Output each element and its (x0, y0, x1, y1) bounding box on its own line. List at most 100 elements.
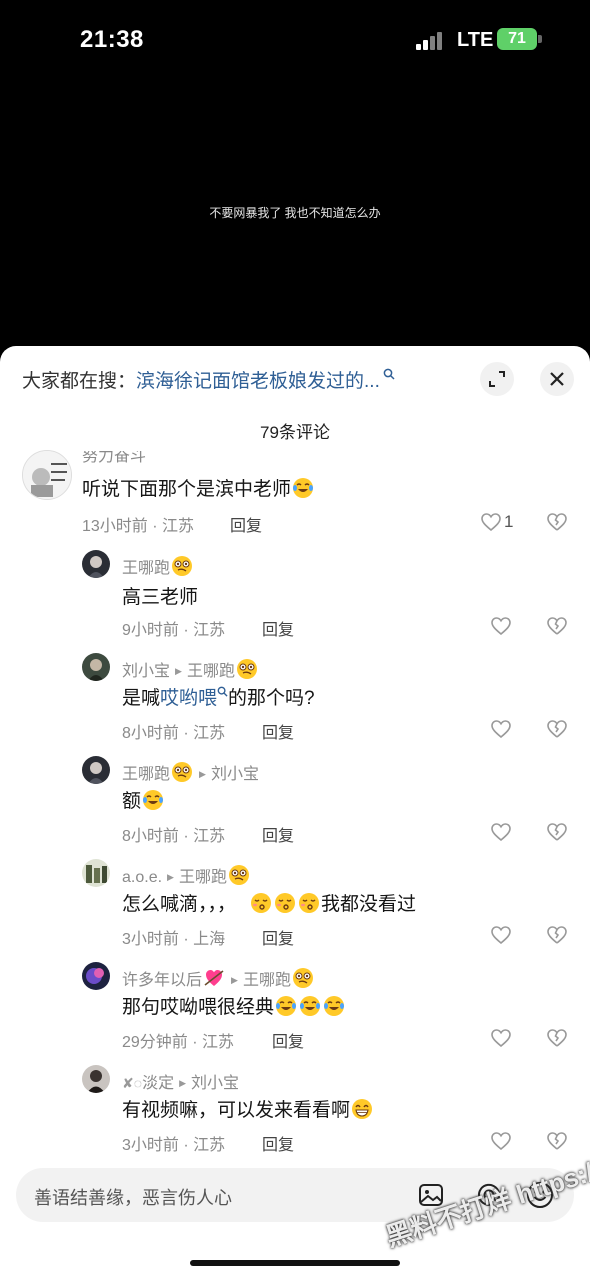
search-keyword-link[interactable]: 哎哟喂 (160, 688, 217, 709)
avatar[interactable] (82, 859, 110, 887)
reply-button[interactable]: 回复 (230, 512, 262, 536)
reply-button[interactable]: 回复 (262, 719, 294, 743)
kissing-emoji-icon (250, 892, 272, 914)
broken-heart-icon[interactable] (546, 616, 568, 636)
reply-button[interactable]: 回复 (262, 616, 294, 640)
comment-meta: 3小时前 · 上海 (122, 931, 226, 948)
broken-heart-icon[interactable] (546, 822, 568, 842)
search-icon (380, 368, 396, 383)
video-player[interactable]: 不要网暴我了 我也不知道怎么办 (0, 80, 590, 350)
comment-reply-item: 许多年以后 ▶ 王哪跑 那句哎呦喂很经典 29分钟前 · 江苏 回复 (0, 958, 590, 1058)
laugh-cry-emoji-icon (142, 789, 164, 811)
comment-text: 听说下面那个是滨中老师 (82, 474, 315, 501)
reply-arrow-icon: ▶ (231, 975, 238, 985)
comment-text: 有视频嘛，可以发来看看啊 (122, 1095, 374, 1122)
broken-heart-icon[interactable] (546, 1028, 568, 1048)
dizzy-face-emoji-icon (236, 658, 258, 680)
heart-icon[interactable] (490, 719, 512, 739)
kissing-emoji-icon (274, 892, 296, 914)
dizzy-face-emoji-icon (292, 967, 314, 989)
avatar[interactable] (82, 653, 110, 681)
reply-button[interactable]: 回复 (272, 1028, 304, 1052)
network-type: LTE (457, 29, 494, 51)
kissing-emoji-icon (298, 892, 320, 914)
broken-heart-icon[interactable] (546, 925, 568, 945)
heart-icon[interactable] (490, 616, 512, 636)
laugh-cry-emoji-icon (323, 995, 345, 1017)
comment-username[interactable]: 王哪跑 ▶ 刘小宝 (122, 760, 259, 784)
search-query-link[interactable]: 滨海徐记面馆老板娘发过的... (136, 371, 380, 392)
comment-username[interactable]: 许多年以后 ▶ 王哪跑 (122, 966, 315, 990)
comment-reply-item: 王哪跑 ▶ 刘小宝 额 8小时前 · 江苏 回复 (0, 752, 590, 852)
avatar[interactable] (82, 1065, 110, 1093)
status-time: 21:38 (80, 26, 144, 53)
comment-meta: 9小时前 · 江苏 (122, 622, 226, 639)
comment-input-placeholder: 善语结善缘，恶言伤人心 (34, 1188, 232, 1208)
comment-item: 努力奋斗 听说下面那个是滨中老师 13小时前 · 江苏 回复 1 (0, 444, 590, 544)
comment-text: 高三老师 (122, 587, 199, 608)
dizzy-face-emoji-icon (228, 864, 250, 886)
heart-icon[interactable] (490, 822, 512, 842)
search-icon (217, 685, 228, 700)
expand-icon (489, 371, 505, 387)
comment-username[interactable]: ✘◌淡定 ▶ 刘小宝 (122, 1069, 239, 1093)
comments-count-title: 79条评论 (260, 423, 330, 442)
close-button[interactable] (540, 362, 574, 396)
laugh-cry-emoji-icon (292, 477, 314, 499)
avatar[interactable] (82, 550, 110, 578)
avatar[interactable] (82, 756, 110, 784)
comment-username[interactable]: 王哪跑 (122, 554, 194, 578)
comment-reply-item: 王哪跑 高三老师 9小时前 · 江苏 回复 (0, 546, 590, 646)
heart-icon[interactable] (490, 1131, 512, 1151)
laugh-cry-emoji-icon (299, 995, 321, 1017)
status-bar: 21:38 LTE 71 (0, 0, 590, 80)
avatar[interactable] (22, 450, 72, 500)
expand-button[interactable] (480, 362, 514, 396)
heart-arrow-emoji-icon (203, 967, 225, 989)
battery-indicator: 71 (497, 28, 537, 50)
dizzy-face-emoji-icon (171, 555, 193, 577)
reply-arrow-icon: ▶ (167, 872, 174, 882)
comment-text: 怎么喊滴，，， 我都没看过 (122, 892, 417, 915)
reply-button[interactable]: 回复 (262, 822, 294, 846)
heart-icon[interactable] (490, 1028, 512, 1048)
comment-username[interactable]: 努力奋斗 (82, 451, 146, 466)
comment-text: 是喊哎哟喂 的那个吗? (122, 683, 315, 710)
reply-arrow-icon: ▶ (199, 769, 206, 779)
laugh-cry-emoji-icon (275, 995, 297, 1017)
avatar[interactable] (82, 962, 110, 990)
broken-heart-icon[interactable] (546, 719, 568, 739)
reply-button[interactable]: 回复 (262, 925, 294, 949)
comment-text: 额 (122, 786, 165, 813)
comment-meta: 3小时前 · 江苏 (122, 1137, 226, 1154)
comment-reply-item: a.o.e. ▶ 王哪跑 怎么喊滴，，， 我都没看过 3小时前 · 上海 回复 (0, 855, 590, 955)
broken-heart-icon[interactable] (546, 1131, 568, 1151)
search-suggestion[interactable]: 大家都在搜：滨海徐记面馆老板娘发过的... (22, 366, 396, 392)
comments-sheet: 大家都在搜：滨海徐记面馆老板娘发过的... 79条评论 努力奋斗 听说下面那个是… (0, 346, 590, 1280)
search-prefix: 大家都在搜： (22, 371, 137, 392)
comment-reply-item: 刘小宝 ▶ 王哪跑 是喊哎哟喂 的那个吗? 8小时前 · 江苏 回复 (0, 649, 590, 749)
cross-eye-icon: ✘◌ (122, 1075, 143, 1091)
like-count: 1 (504, 512, 514, 531)
heart-icon[interactable] (480, 512, 502, 532)
reply-arrow-icon: ▶ (179, 1078, 186, 1088)
reply-arrow-icon: ▶ (175, 666, 182, 676)
grin-emoji-icon (351, 1098, 373, 1120)
video-subtitle: 不要网暴我了 我也不知道怎么办 (209, 206, 381, 220)
broken-heart-icon[interactable] (546, 512, 568, 532)
signal-icon (416, 30, 448, 50)
battery-tip (538, 35, 542, 43)
home-indicator[interactable] (190, 1260, 400, 1266)
comment-meta: 8小时前 · 江苏 (122, 725, 226, 742)
comment-meta: 8小时前 · 江苏 (122, 828, 226, 845)
heart-icon[interactable] (490, 925, 512, 945)
comment-username[interactable]: a.o.e. ▶ 王哪跑 (122, 863, 251, 887)
comment-text: 那句哎呦喂很经典 (122, 992, 346, 1019)
comment-text-body: 听说下面那个是滨中老师 (82, 479, 292, 500)
reply-button[interactable]: 回复 (262, 1131, 294, 1155)
comment-meta: 29分钟前 · 江苏 (122, 1034, 235, 1051)
comment-username[interactable]: 刘小宝 ▶ 王哪跑 (122, 657, 259, 681)
close-icon (550, 372, 564, 386)
dizzy-face-emoji-icon (171, 761, 193, 783)
comment-reply-item: ✘◌淡定 ▶ 刘小宝 有视频嘛，可以发来看看啊 3小时前 · 江苏 回复 (0, 1061, 590, 1161)
